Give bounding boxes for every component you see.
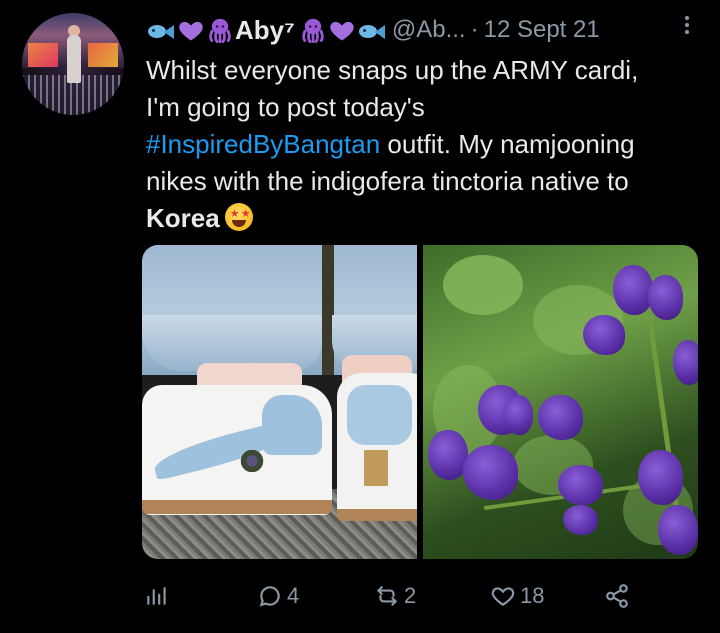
flower-petal	[638, 450, 683, 505]
analytics-icon	[147, 587, 166, 605]
bold-word: Korea	[146, 203, 220, 233]
tweet-date[interactable]: 12 Sept 21	[484, 16, 600, 44]
share-icon	[606, 584, 628, 608]
like-button[interactable]: 18	[490, 580, 544, 612]
heart-icon	[491, 587, 515, 606]
octopus-emoji	[206, 16, 234, 44]
like-count: 18	[520, 583, 545, 608]
media-grid	[142, 245, 698, 559]
flower-petal	[463, 445, 518, 500]
hashtag-link[interactable]: #InspiredByBangtan	[146, 129, 380, 159]
retweet-icon	[377, 586, 397, 606]
tweet-text: Whilst everyone snaps up the ARMY cardi,…	[146, 52, 706, 237]
flower-petal	[673, 340, 698, 385]
tweet-header: Aby⁷ @Ab... · 12 Sept 21	[146, 14, 690, 46]
retweet-count: 2	[404, 583, 417, 608]
flower-petal	[583, 315, 625, 355]
avatar[interactable]	[22, 13, 124, 115]
flower-petal	[538, 395, 583, 440]
star-struck-emoji: ★ ★	[224, 202, 254, 232]
separator-dot: ·	[470, 16, 479, 43]
flower-petal	[503, 395, 533, 435]
sneakers-photo[interactable]	[142, 245, 417, 559]
share-button[interactable]	[604, 580, 634, 612]
flower-petal	[428, 430, 468, 480]
reply-icon	[259, 586, 280, 607]
purple-heart-emoji	[177, 16, 205, 44]
reply-count: 4	[287, 583, 300, 608]
tweet-text-line: #InspiredByBangtan outfit. My namjooning	[146, 126, 706, 163]
more-options-icon[interactable]	[684, 16, 690, 38]
tweet-text-fragment: outfit. My namjooning	[380, 129, 635, 159]
tweet-text-line: I'm going to post today's	[146, 92, 425, 122]
display-name[interactable]: Aby⁷	[235, 15, 295, 46]
tweet-text-line: Korea ★ ★	[146, 200, 706, 237]
flower-petal	[648, 275, 683, 320]
tweet-text-line: nikes with the indigofera tinctoria nati…	[146, 166, 629, 196]
fish-emoji	[146, 16, 176, 44]
flower-petal	[658, 505, 698, 555]
reply-button[interactable]: 4	[257, 580, 299, 612]
flower-petal	[613, 265, 653, 315]
flower-petal	[558, 465, 603, 505]
indigo-flowers-photo[interactable]	[423, 245, 698, 559]
tweet-text-line: Whilst everyone snaps up the ARMY cardi,	[146, 55, 639, 85]
octopus-emoji	[299, 16, 327, 44]
retweet-button[interactable]: 2	[374, 580, 416, 612]
analytics-button[interactable]	[144, 580, 174, 612]
tweet-actions: 4 2 18	[142, 580, 642, 612]
fish-emoji	[357, 16, 387, 44]
purple-heart-emoji	[328, 16, 356, 44]
flower-petal	[563, 505, 598, 535]
user-handle[interactable]: @Ab...	[392, 16, 466, 44]
painted-flower	[237, 450, 267, 472]
